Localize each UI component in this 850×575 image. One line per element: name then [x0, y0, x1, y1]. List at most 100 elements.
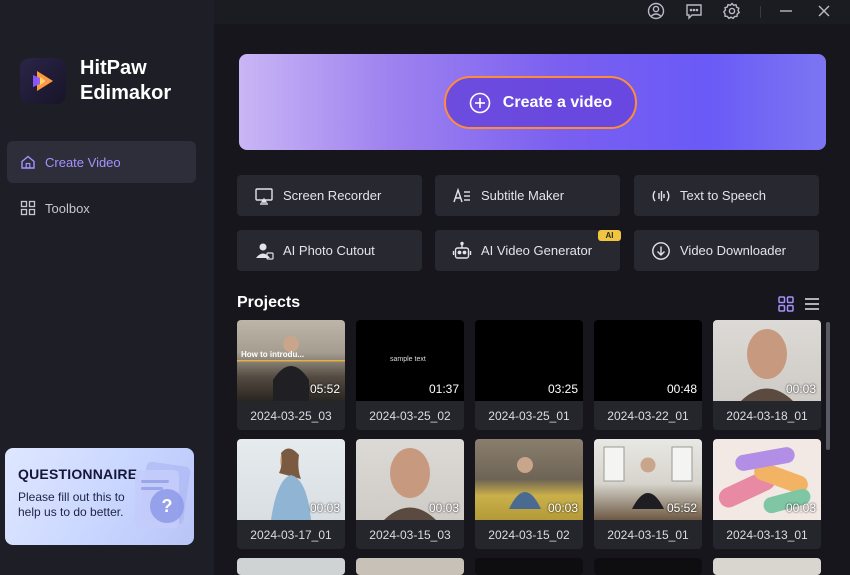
sidebar-item-label: Create Video	[45, 154, 121, 170]
project-thumbnail: 00:03	[475, 439, 583, 520]
sidebar: HitPaw Edimakor Create Video Toolbox QUE…	[0, 0, 214, 575]
duration-badge: 00:03	[309, 501, 340, 515]
project-card[interactable]: 00:03 2024-03-17_01	[237, 439, 345, 549]
robot-icon	[452, 241, 472, 261]
feedback-icon[interactable]	[682, 0, 706, 22]
sidebar-item-create-video[interactable]: Create Video	[7, 141, 196, 183]
project-card[interactable]: 00:03 2024-03-15_02	[475, 439, 583, 549]
project-thumbnail	[237, 558, 345, 575]
duration-badge: 05:52	[666, 501, 697, 515]
app-name-line1: HitPaw	[80, 57, 147, 79]
project-thumbnail	[356, 558, 464, 575]
create-video-label: Create a video	[502, 93, 613, 111]
duration-badge: 03:25	[547, 382, 578, 396]
duration-badge: 00:48	[666, 382, 697, 396]
person-cutout-icon	[254, 241, 274, 261]
project-card[interactable]: 03:25 2024-03-25_01	[475, 320, 583, 430]
tool-screen-recorder[interactable]: Screen Recorder	[237, 175, 422, 216]
minimize-icon[interactable]	[774, 0, 798, 22]
duration-badge: 00:03	[785, 382, 816, 396]
project-thumbnail: 00:03	[356, 439, 464, 520]
title-bar	[214, 0, 850, 24]
project-card-partial[interactable]	[713, 558, 821, 575]
project-name: 2024-03-25_02	[369, 408, 451, 423]
project-card-partial[interactable]	[475, 558, 583, 575]
titlebar-divider	[760, 6, 761, 18]
project-card-partial[interactable]	[237, 558, 345, 575]
project-thumbnail: 00:48	[594, 320, 702, 401]
app-name-line2: Edimakor	[80, 82, 172, 104]
project-card[interactable]: 00:03 2024-03-18_01	[713, 320, 821, 430]
project-thumbnail	[713, 558, 821, 575]
project-card-partial[interactable]	[356, 558, 464, 575]
project-card[interactable]: 00:03 2024-03-15_03	[356, 439, 464, 549]
project-thumbnail: 00:03	[713, 439, 821, 520]
list-view-icon[interactable]	[804, 296, 820, 312]
tool-label: Screen Recorder	[283, 188, 382, 203]
project-card[interactable]: 00:03 2024-03-13_01	[713, 439, 821, 549]
project-name: 2024-03-15_02	[488, 527, 570, 542]
thumbnail-overlay-text: How to introdu...	[241, 350, 305, 359]
text-to-speech-icon	[651, 186, 671, 206]
close-icon[interactable]	[812, 0, 836, 22]
project-name: 2024-03-25_03	[250, 408, 332, 423]
project-name: 2024-03-22_01	[607, 408, 689, 423]
project-card-partial[interactable]	[594, 558, 702, 575]
questionnaire-title: QUESTIONNAIRE	[18, 466, 138, 482]
app-logo	[20, 58, 66, 104]
tool-ai-video-generator[interactable]: AI Video Generator	[435, 230, 620, 271]
grid-icon	[19, 199, 37, 217]
sidebar-item-label: Toolbox	[45, 200, 90, 216]
home-icon	[19, 153, 37, 171]
projects-title: Projects	[237, 294, 301, 311]
project-thumbnail: 00:03	[713, 320, 821, 401]
project-name: 2024-03-17_01	[250, 527, 332, 542]
projects-scrollbar[interactable]	[826, 322, 830, 450]
project-thumbnail: 05:52	[594, 439, 702, 520]
duration-badge: 01:37	[428, 382, 459, 396]
ai-badge: AI	[598, 230, 621, 241]
app-name: HitPaw Edimakor	[80, 56, 200, 106]
tool-subtitle-maker[interactable]: Subtitle Maker	[435, 175, 620, 216]
project-thumbnail: 00:03	[237, 439, 345, 520]
project-card[interactable]: How to introdu... 05:52 2024-03-25_03	[237, 320, 345, 430]
project-thumbnail	[475, 558, 583, 575]
tool-text-to-speech[interactable]: Text to Speech	[634, 175, 819, 216]
duration-badge: 00:03	[547, 501, 578, 515]
duration-badge: 00:03	[785, 501, 816, 515]
tool-label: AI Video Generator	[481, 243, 593, 258]
project-name: 2024-03-18_01	[726, 408, 808, 423]
screen-record-icon	[254, 186, 274, 206]
svg-text:?: ?	[162, 496, 173, 516]
tool-label: Subtitle Maker	[481, 188, 565, 203]
tool-label: Video Downloader	[680, 243, 786, 258]
tool-ai-photo-cutout[interactable]: AI Photo Cutout	[237, 230, 422, 271]
project-card[interactable]: 05:52 2024-03-15_01	[594, 439, 702, 549]
tool-video-downloader[interactable]: Video Downloader	[634, 230, 819, 271]
project-name: 2024-03-25_01	[488, 408, 570, 423]
account-icon[interactable]	[644, 0, 668, 22]
sidebar-item-toolbox[interactable]: Toolbox	[7, 187, 196, 229]
questionnaire-banner[interactable]: QUESTIONNAIRE Please fill out this to he…	[5, 448, 194, 545]
grid-view-icon[interactable]	[778, 296, 794, 312]
duration-badge: 00:03	[428, 501, 459, 515]
tool-label: Text to Speech	[680, 188, 766, 203]
questionnaire-text: Please fill out this to help us to do be…	[18, 490, 125, 519]
tool-label: AI Photo Cutout	[283, 243, 375, 258]
download-icon	[651, 241, 671, 261]
project-thumbnail	[594, 558, 702, 575]
settings-icon[interactable]	[720, 0, 744, 22]
add-circle-icon	[469, 92, 491, 113]
project-thumbnail: 03:25	[475, 320, 583, 401]
subtitle-icon	[452, 186, 472, 206]
project-card[interactable]: 00:48 2024-03-22_01	[594, 320, 702, 430]
duration-badge: 05:52	[309, 382, 340, 396]
project-name: 2024-03-13_01	[726, 527, 808, 542]
thumbnail-overlay-text: sample text	[390, 356, 426, 363]
project-name: 2024-03-15_03	[369, 527, 451, 542]
questionnaire-illustration-icon: ?	[135, 461, 191, 528]
project-thumbnail: How to introdu... 05:52	[237, 320, 345, 401]
create-video-button[interactable]: Create a video	[444, 76, 637, 129]
project-name: 2024-03-15_01	[607, 527, 689, 542]
project-card[interactable]: sample text 01:37 2024-03-25_02	[356, 320, 464, 430]
